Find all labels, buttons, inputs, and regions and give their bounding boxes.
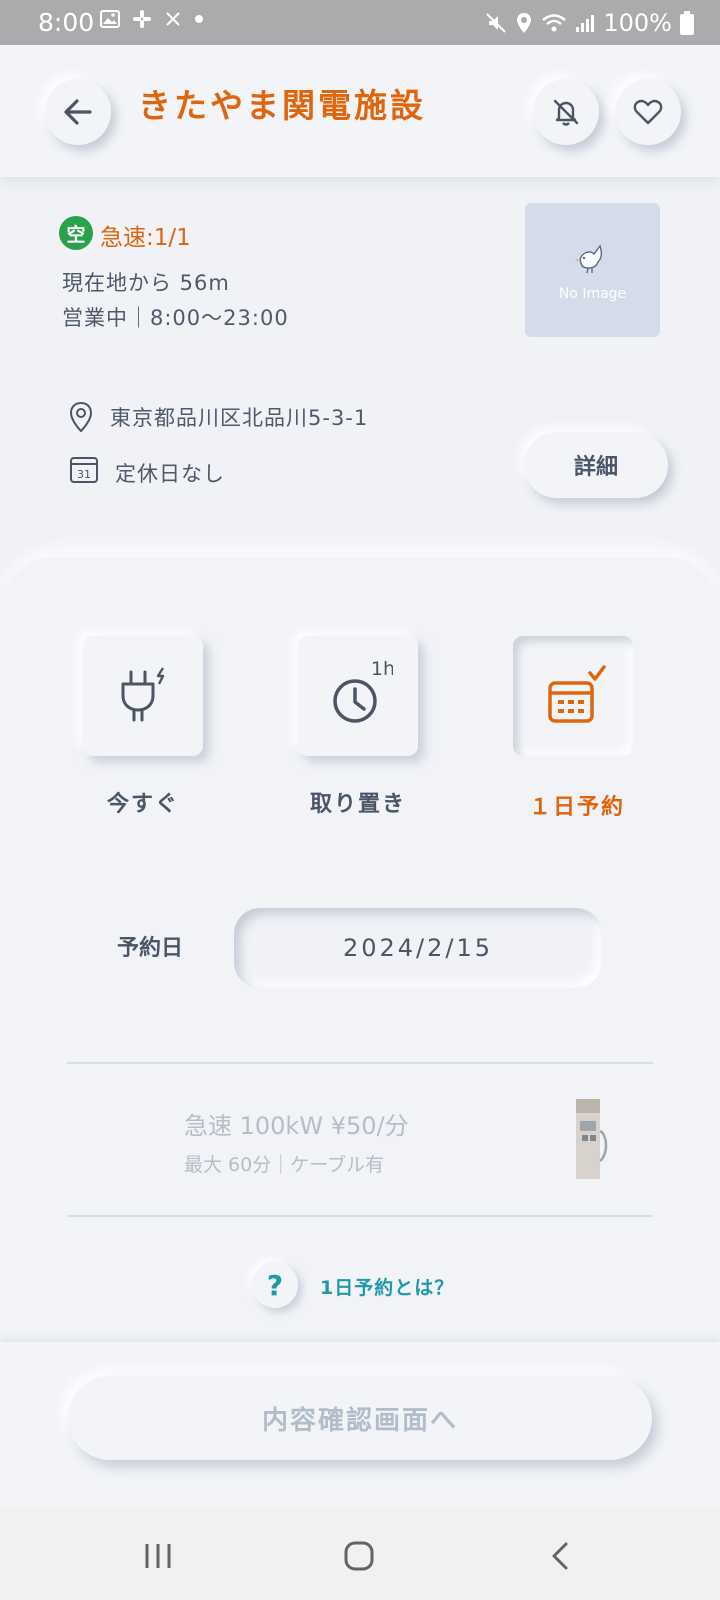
gallery-icon [100,10,120,28]
favorite-button[interactable] [615,79,681,145]
reservation-date-label: 予約日 [117,936,184,961]
x-icon [166,12,180,26]
arrow-left-icon [64,99,92,125]
svg-text:31: 31 [77,468,91,481]
plan-title: 急速 100kW ¥50/分 [184,1112,409,1140]
signal-icon [576,15,595,32]
dot-icon [195,15,203,23]
calendar-check-icon [548,665,606,723]
status-bar: 8:00 100% [0,0,720,45]
location-icon [517,13,532,33]
plan-subtitle: 最大 60分｜ケーブル有 [184,1154,385,1176]
holiday-text: 定休日なし [115,462,225,486]
confirm-button[interactable]: 内容確認画面へ [68,1376,652,1460]
battery-percent: 100% [603,9,672,37]
hold-badge: 1h [371,661,393,680]
mode-now-label[interactable]: 今すぐ [63,786,223,818]
plug-icon [121,667,165,722]
calendar-31-icon: 31 [70,457,98,483]
detail-button[interactable]: 詳細 [524,432,668,498]
help-link[interactable]: 1日予約とは？ [320,1273,454,1300]
heart-icon [633,99,663,125]
back-nav-icon[interactable] [548,1541,572,1571]
notification-off-button[interactable] [533,79,599,145]
availability-badge: 空 [59,216,93,250]
mode-now-card[interactable] [83,636,203,756]
system-nav-bar [0,1508,720,1600]
divider [67,1215,653,1217]
location-pin-icon [69,401,93,433]
notification-icons [100,9,204,29]
no-image-label: No Image [558,286,627,302]
mode-hold-label[interactable]: 取り置き [278,786,438,818]
slack-icon [133,10,151,28]
system-icons: 100% [485,9,694,37]
help-icon[interactable]: ? [252,1262,298,1308]
charger-image [576,1099,608,1179]
footer: 内容確認画面へ [0,1342,720,1508]
battery-icon [680,11,694,35]
mode-day-card[interactable] [513,636,633,756]
home-icon[interactable] [343,1540,375,1572]
station-image-placeholder: No Image [525,203,660,337]
recent-apps-icon[interactable] [143,1541,173,1571]
back-button[interactable] [45,79,111,145]
wifi-icon [542,14,567,32]
reservation-date-field[interactable]: 2024/2/15 [234,908,602,988]
address-text: 東京都品川区北品川5-3-1 [110,406,369,430]
availability-status: 急速:1/1 [100,225,191,251]
mute-icon [486,13,507,33]
clock-icon: 1h [333,661,393,723]
mode-hold-card[interactable]: 1h [298,636,418,756]
app-header: きたやま関電施設 [0,45,720,177]
mode-day-label[interactable]: １日予約 [497,789,657,821]
divider [67,1062,653,1064]
business-hours: 営業中｜8:00～23:00 [62,306,289,330]
bell-off-icon [553,99,579,126]
status-time: 8:00 [38,8,95,37]
page-title: きたやま関電施設 [138,86,426,125]
distance-text: 現在地から 56m [62,271,230,295]
bird-icon [574,244,602,274]
